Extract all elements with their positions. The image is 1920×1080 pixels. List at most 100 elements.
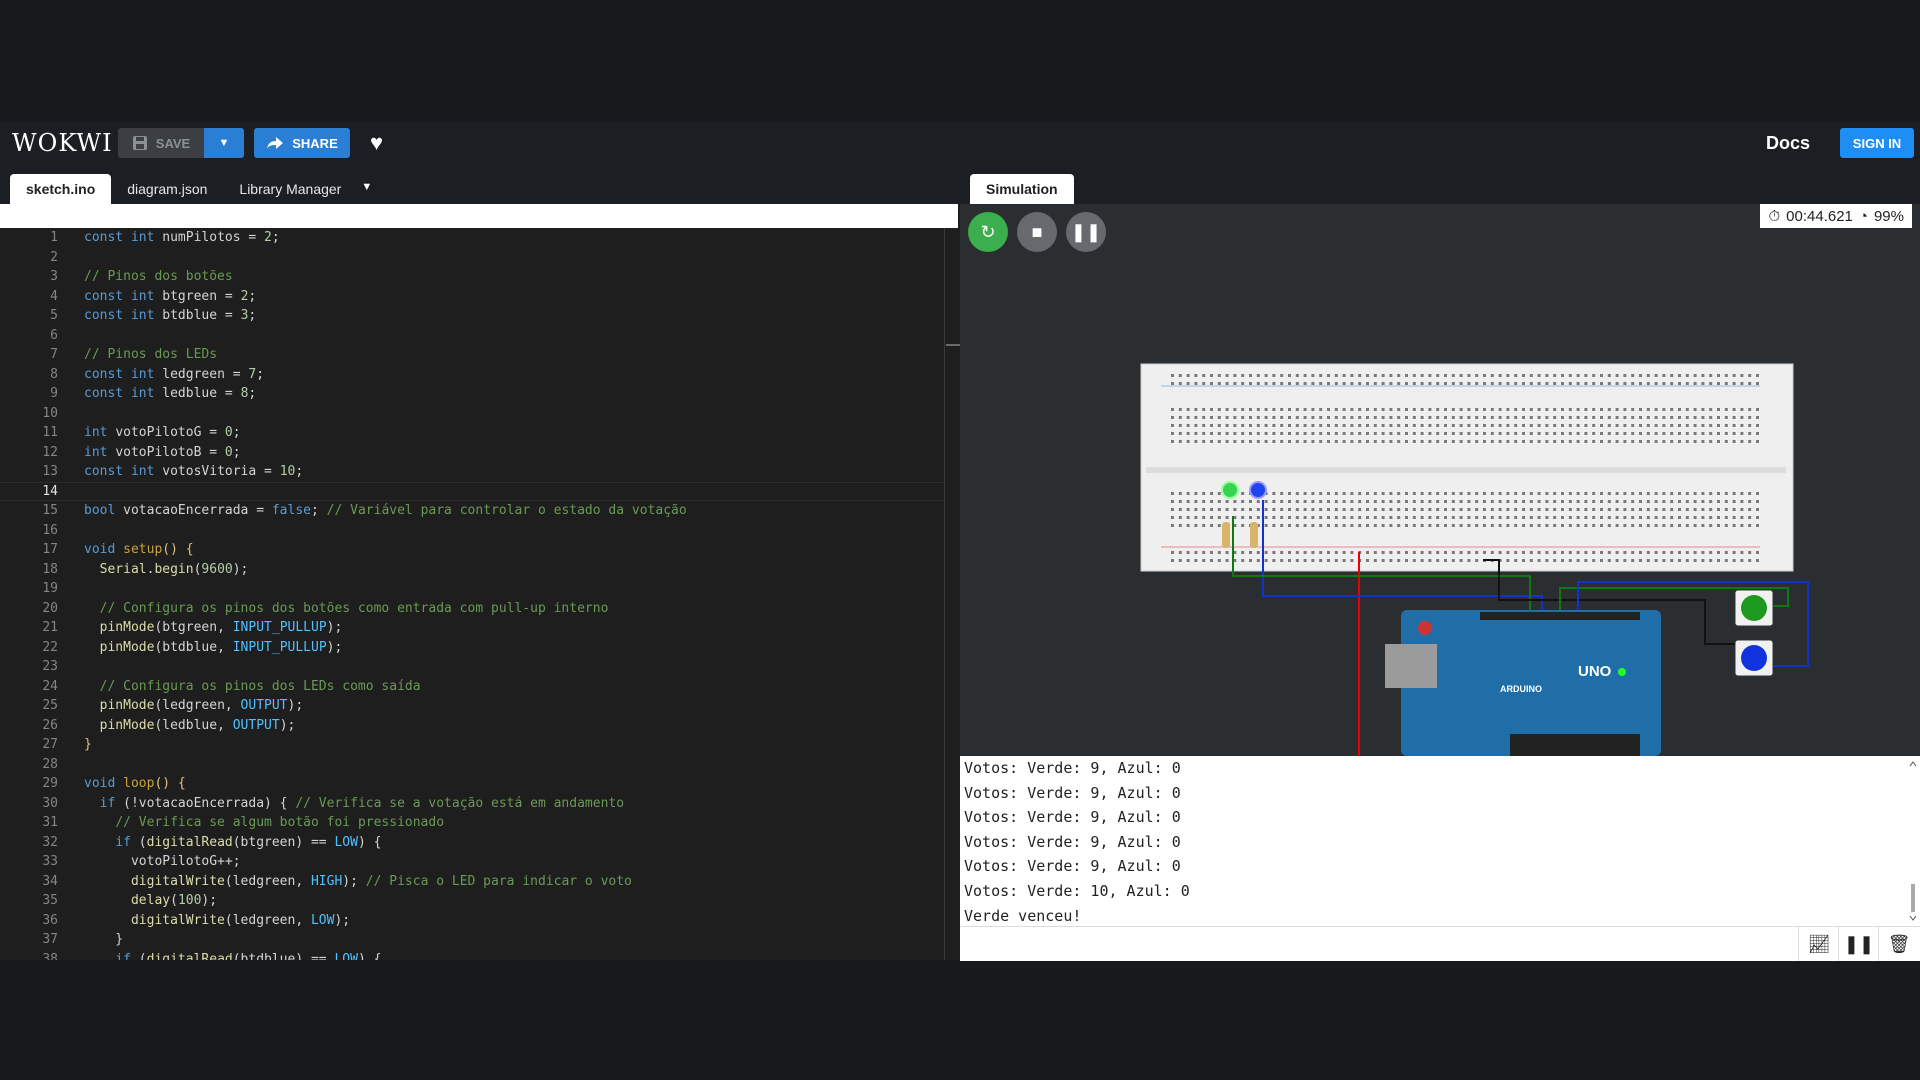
code-line[interactable]: 7 // Pinos dos LEDs (0, 345, 944, 365)
plotter-button[interactable]: 📈︎ (1798, 927, 1839, 961)
simulation-canvas[interactable]: ↻ ■ ❚❚ ⏱ 00:44.621 ◔ 99% UNO ARDUINO (960, 204, 1920, 756)
code-line[interactable]: 2 (0, 248, 944, 268)
code-line[interactable]: 22 pinMode(btdblue, INPUT_PULLUP); (0, 638, 944, 658)
code-line[interactable]: 6 (0, 326, 944, 346)
clear-serial-button[interactable]: 🗑︎ (1878, 927, 1919, 961)
line-number: 5 (50, 308, 58, 323)
line-number: 37 (42, 932, 58, 947)
code-line[interactable]: 21 pinMode(btgreen, INPUT_PULLUP); (0, 618, 944, 638)
code-line[interactable]: 1 const int numPilotos = 2; (0, 228, 944, 248)
code-line[interactable]: 25 pinMode(ledgreen, OUTPUT); (0, 696, 944, 716)
code-line[interactable]: 10 (0, 404, 944, 424)
code-line[interactable]: 27} (0, 735, 944, 755)
code-line[interactable]: 33 votoPilotoG++; (0, 852, 944, 872)
led-green (1221, 481, 1239, 499)
code-line[interactable]: 32 if (digitalRead(btgreen) == LOW) { (0, 833, 944, 853)
code-line[interactable]: 36 digitalWrite(ledgreen, LOW); (0, 911, 944, 931)
heart-icon[interactable]: ♥ (370, 130, 383, 156)
code-line[interactable]: 34 digitalWrite(ledgreen, HIGH); // Pisc… (0, 872, 944, 892)
line-number: 21 (42, 620, 58, 635)
line-number: 13 (42, 464, 58, 479)
line-number: 22 (42, 639, 58, 655)
code-line[interactable]: 17 void setup() { (0, 540, 944, 560)
code-line[interactable]: 16 (0, 521, 944, 541)
serial-pause-button[interactable]: ❚❚ (1838, 927, 1879, 961)
code-line[interactable]: 26 pinMode(ledblue, OUTPUT); (0, 716, 944, 736)
line-text: if (digitalRead(btdblue) == LOW) { (115, 951, 382, 961)
line-number: 17 (42, 542, 58, 557)
wokwi-app: WOKWI SAVE ▼ SHARE ♥ Docs SIGN IN sketch… (0, 122, 1920, 961)
editor-scrollbar[interactable] (944, 228, 945, 960)
code-line[interactable]: 29 void loop() { (0, 774, 944, 794)
line-text: Serial.begin(9600); (99, 561, 249, 577)
save-button[interactable]: SAVE (118, 128, 204, 158)
arduino-uno-label: UNO (1578, 663, 1612, 680)
line-number: 11 (42, 425, 58, 440)
code-line[interactable]: 14 (0, 481, 944, 501)
line-text: const int numPilotos = 2; (84, 230, 280, 245)
code-line[interactable]: 23 (0, 657, 944, 677)
line-number: 38 (42, 951, 58, 961)
code-area[interactable]: 1 const int numPilotos = 2; 2 3// Pinos dos… (0, 228, 944, 960)
tab-diagram-json[interactable]: diagram.json (111, 174, 223, 204)
code-line[interactable]: 18 Serial.begin(9600); (0, 560, 944, 580)
code-line[interactable]: 4 const int btgreen = 2; (0, 287, 944, 307)
line-number: 3 (50, 269, 58, 284)
code-line[interactable]: 9 const int ledblue = 8; (0, 384, 944, 404)
wokwi-logo[interactable]: WOKWI (12, 129, 112, 157)
line-number: 23 (42, 659, 58, 674)
plotter-icon: 📈︎ (1807, 933, 1831, 954)
tab-library-manager[interactable]: Library Manager (223, 174, 357, 204)
code-line[interactable]: 3 // Pinos dos botões (0, 267, 944, 287)
line-text: // Configura os pinos dos LEDs como saíd… (99, 678, 421, 694)
code-line[interactable]: 20 // Configura os pinos dos botões como… (0, 599, 944, 619)
line-text: void loop() { (84, 776, 186, 791)
line-number: 26 (42, 717, 58, 733)
line-text: // Pinos dos botões (84, 269, 233, 284)
sign-in-button[interactable]: SIGN IN (1840, 128, 1914, 158)
line-number: 24 (42, 678, 58, 694)
serial-scrollbar[interactable] (1908, 760, 1918, 922)
code-line[interactable]: 37 } (0, 930, 944, 950)
code-line[interactable]: 12 int votoPilotoB = 0; (0, 443, 944, 463)
resistor-2 (1250, 522, 1258, 548)
serial-monitor[interactable]: Votos: Verde: 9, Azul: 0 Votos: Verde: 9,… (960, 756, 1920, 926)
line-text: // Verifica se algum botão foi pressiona… (115, 815, 445, 830)
save-label: SAVE (155, 135, 191, 151)
serial-line: Votos: Verde: 10, Azul: 0 (964, 881, 1190, 900)
code-line[interactable]: 38 if (digitalRead(btdblue) == LOW) { (0, 950, 944, 961)
line-text: int votoPilotoB = 0; (84, 444, 241, 460)
line-number: 30 (42, 795, 58, 811)
share-icon (267, 137, 284, 149)
line-text: pinMode(ledblue, OUTPUT); (99, 717, 296, 733)
arduino-header (1480, 612, 1640, 620)
line-text: pinMode(btgreen, INPUT_PULLUP); (99, 620, 343, 635)
pause-icon: ❚❚ (1843, 933, 1875, 954)
code-line[interactable]: 28 (0, 755, 944, 775)
line-text: bool votacaoEncerrada = false; // Variáv… (84, 503, 687, 518)
code-line[interactable]: 35 delay(100); (0, 891, 944, 911)
line-text: void setup() { (84, 542, 194, 557)
code-line[interactable]: 13 const int votosVitoria = 10; (0, 462, 944, 482)
line-text: pinMode(ledgreen, OUTPUT); (99, 698, 304, 713)
line-number: 9 (50, 386, 58, 401)
line-number: 14 (42, 483, 58, 499)
tab-sketch-ino[interactable]: sketch.ino (10, 174, 112, 204)
save-options-button[interactable]: ▼ (204, 128, 244, 158)
chevron-down-icon: ▼ (218, 137, 230, 149)
code-line[interactable]: 5 const int btdblue = 3; (0, 306, 944, 326)
line-text: const int btgreen = 2; (84, 288, 257, 304)
code-line[interactable]: 11 int votoPilotoG = 0; (0, 423, 944, 443)
share-button[interactable]: SHARE (254, 128, 350, 158)
code-line[interactable]: 24 // Configura os pinos dos LEDs como s… (0, 677, 944, 697)
code-line[interactable]: 19 (0, 579, 944, 599)
chevron-down-icon[interactable]: ▼ (361, 181, 372, 193)
code-line[interactable]: 8 const int ledgreen = 7; (0, 365, 944, 385)
line-text: int votoPilotoG = 0; (84, 425, 241, 440)
tab-simulation[interactable]: Simulation (970, 174, 1074, 204)
docs-link[interactable]: Docs (1766, 133, 1810, 154)
code-line[interactable]: 31 // Verifica se algum botão foi pressi… (0, 813, 944, 833)
code-line[interactable]: 30 if (!votacaoEncerrada) { // Verifica … (0, 794, 944, 814)
line-number: 32 (42, 834, 58, 850)
code-line[interactable]: 15 bool votacaoEncerrada = false; // Vari… (0, 501, 944, 521)
